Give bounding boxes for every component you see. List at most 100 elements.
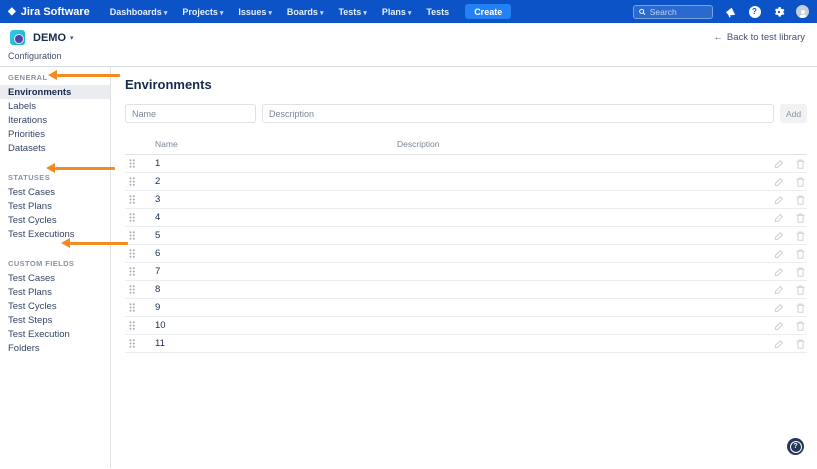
- drag-handle-icon[interactable]: [125, 177, 155, 186]
- sidebar-item[interactable]: Datasets: [0, 141, 110, 155]
- project-name[interactable]: DEMO: [33, 32, 66, 44]
- drag-handle-icon[interactable]: [125, 285, 155, 294]
- delete-icon[interactable]: [796, 285, 805, 295]
- table-row: 10: [125, 317, 807, 335]
- delete-icon[interactable]: [796, 267, 805, 277]
- sidebar-group-statuses: STATUSES Test Cases Test Plans Test Cycles…: [0, 173, 110, 241]
- sidebar-item[interactable]: Test Cases: [0, 271, 110, 285]
- navbar-search[interactable]: [633, 4, 713, 19]
- sidebar-group-custom-fields: CUSTOM FIELDS Test Cases Test Plans Test C…: [0, 259, 110, 355]
- edit-icon[interactable]: [774, 177, 784, 187]
- chevron-down-icon[interactable]: ▾: [70, 34, 74, 42]
- environment-name: 11: [155, 338, 165, 349]
- navbar-menu-item[interactable]: Tests ▾: [338, 7, 366, 17]
- search-input[interactable]: [649, 6, 707, 17]
- sidebar-item[interactable]: Labels: [0, 99, 110, 113]
- help-icon[interactable]: ?: [748, 5, 761, 18]
- create-button[interactable]: Create: [465, 4, 512, 19]
- edit-icon[interactable]: [774, 159, 784, 169]
- drag-handle-icon[interactable]: [125, 303, 155, 312]
- edit-icon[interactable]: [774, 195, 784, 205]
- edit-icon[interactable]: [774, 303, 784, 313]
- sidebar-item[interactable]: Environments: [0, 85, 110, 99]
- navbar-menus: Dashboards ▾ Projects ▾ Issues ▾ Boards ▾ Te…: [110, 7, 451, 17]
- chevron-down-icon: ▾: [163, 9, 168, 17]
- navbar-menu-item[interactable]: Tests: [426, 7, 451, 17]
- environment-name: 9: [155, 302, 161, 313]
- drag-handle-icon[interactable]: [125, 159, 155, 168]
- floating-help-button[interactable]: ?: [787, 438, 804, 455]
- edit-icon[interactable]: [774, 231, 784, 241]
- drag-handle-icon[interactable]: [125, 195, 155, 204]
- sidebar-item[interactable]: Test Executions: [0, 227, 110, 241]
- sidebar-items-statuses: Test Cases Test Plans Test Cycles Test Exec…: [0, 185, 110, 241]
- drag-handle-icon[interactable]: [125, 231, 155, 240]
- megaphone-icon[interactable]: [724, 5, 737, 18]
- project-avatar: [10, 30, 25, 45]
- page-title: Environments: [125, 77, 212, 92]
- navbar-menu-item[interactable]: Projects ▾: [182, 7, 223, 17]
- delete-icon[interactable]: [796, 177, 805, 187]
- gear-icon[interactable]: [772, 5, 785, 18]
- delete-icon[interactable]: [796, 231, 805, 241]
- sidebar-item[interactable]: Test Cycles: [0, 299, 110, 313]
- sidebar-items-general: Environments Labels Iterations Priorities Da…: [0, 85, 110, 155]
- environment-name: 2: [155, 176, 161, 187]
- delete-icon[interactable]: [796, 339, 805, 349]
- table-row: 3: [125, 191, 807, 209]
- name-input[interactable]: [125, 104, 256, 123]
- sidebar-item[interactable]: Test Execution: [0, 327, 110, 341]
- delete-icon[interactable]: [796, 321, 805, 331]
- edit-icon[interactable]: [774, 267, 784, 277]
- edit-icon[interactable]: [774, 339, 784, 349]
- edit-icon[interactable]: [774, 321, 784, 331]
- delete-icon[interactable]: [796, 159, 805, 169]
- delete-icon[interactable]: [796, 303, 805, 313]
- sidebar-item[interactable]: Iterations: [0, 113, 110, 127]
- navbar-menu-item[interactable]: Plans ▾: [382, 7, 412, 17]
- sidebar-item[interactable]: Test Plans: [0, 285, 110, 299]
- delete-icon[interactable]: [796, 213, 805, 223]
- navbar-menu-item[interactable]: Issues ▾: [238, 7, 272, 17]
- table-body: 1 2 3 4 5 6 7 8 9 10 11: [125, 155, 807, 353]
- add-environment-form: Add: [125, 104, 807, 123]
- jira-logo[interactable]: ◆ Jira Software: [8, 6, 90, 18]
- description-input[interactable]: [262, 104, 774, 123]
- sidebar-item[interactable]: Test Cycles: [0, 213, 110, 227]
- environment-name: 3: [155, 194, 161, 205]
- edit-icon[interactable]: [774, 249, 784, 259]
- sidebar-item[interactable]: Folders: [0, 341, 110, 355]
- edit-icon[interactable]: [774, 285, 784, 295]
- back-link-label: Back to test library: [726, 32, 805, 43]
- search-icon: [639, 8, 646, 15]
- delete-icon[interactable]: [796, 249, 805, 259]
- content-area: Environments Add Name Description: [111, 67, 817, 468]
- top-navbar: ◆ Jira Software Dashboards ▾ Projects ▾ Is…: [0, 0, 817, 23]
- drag-handle-icon[interactable]: [125, 213, 155, 222]
- environment-name: 6: [155, 248, 161, 259]
- edit-icon[interactable]: [774, 213, 784, 223]
- navbar-menu-item[interactable]: Boards ▾: [287, 7, 324, 17]
- column-header-description: Description: [397, 139, 440, 149]
- drag-handle-icon[interactable]: [125, 339, 155, 348]
- chevron-down-icon: ▾: [319, 9, 324, 17]
- user-avatar[interactable]: [796, 5, 809, 18]
- navbar-menu-item[interactable]: Dashboards ▾: [110, 7, 168, 17]
- environment-name: 5: [155, 230, 161, 241]
- help-question-glyph: ?: [789, 440, 802, 453]
- environment-name: 10: [155, 320, 166, 331]
- add-button[interactable]: Add: [780, 104, 807, 123]
- sidebar-heading-general: GENERAL: [8, 73, 48, 82]
- drag-handle-icon[interactable]: [125, 321, 155, 330]
- back-to-test-library-link[interactable]: ← Back to test library: [713, 32, 805, 43]
- sidebar-item[interactable]: Priorities: [0, 127, 110, 141]
- drag-handle-icon[interactable]: [125, 249, 155, 258]
- sidebar-item[interactable]: Test Cases: [0, 185, 110, 199]
- help-glyph: ?: [748, 5, 761, 18]
- delete-icon[interactable]: [796, 195, 805, 205]
- drag-handle-icon[interactable]: [125, 267, 155, 276]
- sidebar-item[interactable]: Test Plans: [0, 199, 110, 213]
- chevron-down-icon: ▾: [219, 9, 224, 17]
- sidebar-items-custom-fields: Test Cases Test Plans Test Cycles Test Step…: [0, 271, 110, 355]
- sidebar-item[interactable]: Test Steps: [0, 313, 110, 327]
